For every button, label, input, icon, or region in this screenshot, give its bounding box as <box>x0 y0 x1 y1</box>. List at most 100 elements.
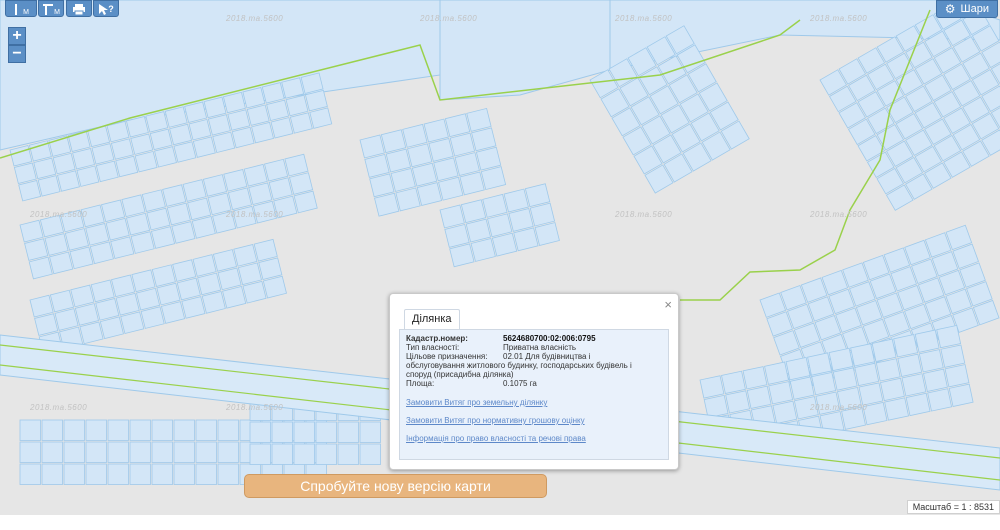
land-parcel[interactable] <box>271 443 293 465</box>
land-parcel[interactable] <box>433 157 459 182</box>
land-parcel[interactable] <box>151 264 176 287</box>
order-parcel-extract-link[interactable]: Замовити Витяг про земельну ділянку <box>406 398 547 407</box>
land-parcel[interactable] <box>160 301 186 324</box>
land-parcel[interactable] <box>217 441 239 463</box>
land-parcel[interactable] <box>359 443 381 465</box>
land-parcel[interactable] <box>914 329 940 353</box>
land-parcel[interactable] <box>470 238 496 262</box>
land-parcel[interactable] <box>107 463 129 485</box>
land-parcel[interactable] <box>249 443 271 465</box>
land-parcel[interactable] <box>95 297 120 321</box>
land-parcel[interactable] <box>699 375 725 399</box>
land-parcel[interactable] <box>156 282 181 306</box>
land-parcel[interactable] <box>785 356 811 381</box>
land-parcel[interactable] <box>703 394 729 419</box>
land-parcel[interactable] <box>182 179 207 202</box>
land-parcel[interactable] <box>223 168 248 192</box>
land-parcel[interactable] <box>110 236 135 260</box>
land-parcel[interactable] <box>191 216 216 239</box>
land-parcel[interactable] <box>251 121 275 144</box>
land-parcel[interactable] <box>811 371 837 396</box>
land-parcel[interactable] <box>923 368 948 392</box>
land-parcel[interactable] <box>897 353 923 377</box>
land-parcel[interactable] <box>927 388 953 412</box>
land-parcel[interactable] <box>284 153 309 177</box>
land-parcel[interactable] <box>293 190 318 214</box>
land-parcel[interactable] <box>192 254 217 277</box>
land-parcel[interactable] <box>444 113 471 138</box>
land-parcel[interactable] <box>173 419 195 441</box>
land-parcel[interactable] <box>315 421 337 443</box>
land-parcel[interactable] <box>243 163 268 187</box>
land-parcel[interactable] <box>176 277 201 301</box>
land-parcel[interactable] <box>871 338 897 362</box>
land-parcel[interactable] <box>105 217 130 241</box>
land-parcel[interactable] <box>428 137 454 162</box>
land-parcel[interactable] <box>940 344 966 368</box>
land-parcel[interactable] <box>130 133 154 155</box>
land-parcel[interactable] <box>85 441 107 463</box>
land-parcel[interactable] <box>110 138 134 160</box>
land-parcel[interactable] <box>72 147 95 170</box>
land-parcel[interactable] <box>52 152 76 175</box>
land-parcel[interactable] <box>69 246 94 270</box>
land-parcel[interactable] <box>202 174 228 197</box>
land-parcel[interactable] <box>459 171 485 196</box>
land-parcel[interactable] <box>249 421 271 443</box>
zoom-out-button[interactable]: − <box>8 45 26 63</box>
land-parcel[interactable] <box>508 207 534 232</box>
land-parcel[interactable] <box>222 285 247 309</box>
land-parcel[interactable] <box>285 94 309 117</box>
land-parcel[interactable] <box>337 443 359 465</box>
land-parcel[interactable] <box>529 202 556 227</box>
land-parcel[interactable] <box>166 202 191 226</box>
land-parcel[interactable] <box>471 127 497 152</box>
land-parcel[interactable] <box>74 303 99 326</box>
land-parcel[interactable] <box>195 441 217 463</box>
land-parcel[interactable] <box>49 251 74 275</box>
land-parcel[interactable] <box>188 118 212 141</box>
land-parcel[interactable] <box>439 204 465 229</box>
land-parcel[interactable] <box>395 187 421 212</box>
land-parcel[interactable] <box>99 316 124 340</box>
land-parcel[interactable] <box>832 367 858 391</box>
land-parcel[interactable] <box>37 175 61 197</box>
land-parcel[interactable] <box>444 223 470 248</box>
land-parcel[interactable] <box>187 197 212 221</box>
land-parcel[interactable] <box>746 385 772 409</box>
land-parcel[interactable] <box>130 231 155 254</box>
land-parcel[interactable] <box>454 152 480 176</box>
land-parcel[interactable] <box>407 143 433 168</box>
land-parcel[interactable] <box>91 143 115 165</box>
land-parcel[interactable] <box>854 362 880 387</box>
land-parcel[interactable] <box>879 377 905 402</box>
land-parcel[interactable] <box>893 334 919 358</box>
land-parcel[interactable] <box>140 306 165 329</box>
land-parcel[interactable] <box>293 443 315 465</box>
land-parcel[interactable] <box>70 284 95 308</box>
land-parcel[interactable] <box>503 188 529 213</box>
land-parcel[interactable] <box>201 291 226 314</box>
land-parcel[interactable] <box>918 349 944 373</box>
land-parcel[interactable] <box>171 221 196 244</box>
print-button[interactable] <box>66 0 92 17</box>
land-parcel[interactable] <box>149 128 173 151</box>
land-parcel[interactable] <box>151 463 173 485</box>
land-parcel[interactable] <box>416 182 443 207</box>
try-new-version-button[interactable]: Спробуйте нову версію карти <box>244 474 547 498</box>
land-parcel[interactable] <box>217 463 239 485</box>
land-parcel[interactable] <box>63 441 85 463</box>
measure-area-button[interactable]: М <box>38 0 64 17</box>
land-parcel[interactable] <box>764 361 789 385</box>
land-parcel[interactable] <box>181 296 206 319</box>
land-parcel[interactable] <box>233 243 258 267</box>
land-parcel[interactable] <box>150 226 176 249</box>
land-parcel[interactable] <box>19 419 41 441</box>
land-parcel[interactable] <box>115 155 139 178</box>
land-parcel[interactable] <box>121 194 146 218</box>
land-parcel[interactable] <box>154 146 177 168</box>
land-parcel[interactable] <box>76 165 100 187</box>
land-parcel[interactable] <box>402 123 428 148</box>
land-parcel[interactable] <box>901 373 927 397</box>
land-parcel[interactable] <box>850 343 876 367</box>
